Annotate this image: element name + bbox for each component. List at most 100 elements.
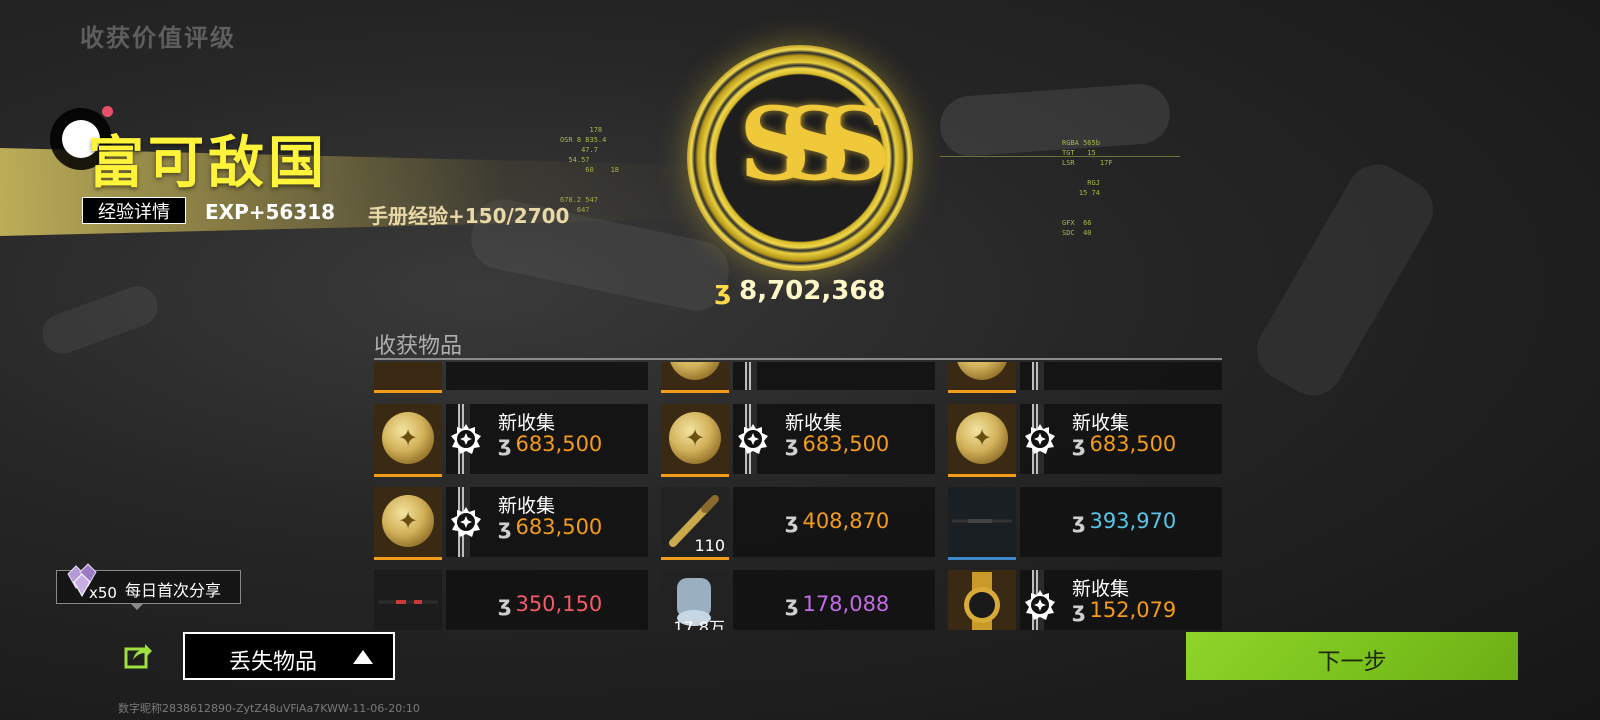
item-cell[interactable]: ✦ bbox=[661, 362, 935, 393]
rarity-stripe bbox=[1032, 362, 1044, 390]
notification-dot-icon bbox=[102, 106, 113, 117]
item-cell[interactable]: ✦ 新收集 ʒ 683,500 bbox=[948, 404, 1222, 477]
item-quantity: 110 bbox=[694, 536, 725, 555]
new-collect-badge-icon bbox=[1025, 590, 1055, 620]
item-info: ʒ 393,970 bbox=[1020, 487, 1222, 557]
item-price: ʒ 683,500 bbox=[498, 432, 602, 456]
item-price-value: 683,500 bbox=[515, 432, 603, 456]
item-cell[interactable]: ʒ 350,150 bbox=[374, 570, 648, 630]
new-collect-tag: 新收集 bbox=[1072, 412, 1130, 434]
item-price-value: 683,500 bbox=[515, 515, 603, 539]
gold-medal-item-icon: ✦ bbox=[374, 404, 442, 477]
medal-icon: ✦ bbox=[669, 362, 721, 380]
background-gear-shape bbox=[938, 82, 1172, 158]
item-price: ʒ 393,970 bbox=[1072, 509, 1176, 533]
items-grid[interactable]: Ж✦✦✦新收集ʒ683,500✦新收集ʒ683,500✦新收集ʒ683,500✦… bbox=[374, 362, 1224, 630]
ammo-item-icon: 110 bbox=[661, 487, 729, 560]
item-price: ʒ 408,870 bbox=[785, 509, 889, 533]
gem-icon bbox=[67, 563, 97, 598]
gold-medal-item-icon: ✦ bbox=[661, 404, 729, 477]
item-info bbox=[446, 362, 648, 390]
new-collect-badge-icon bbox=[738, 424, 768, 454]
item-price: ʒ 152,079 bbox=[1072, 598, 1176, 622]
share-reward-label: 每日首次分享 bbox=[125, 581, 222, 600]
new-collect-badge-icon bbox=[451, 507, 481, 537]
item-price-value: 178,088 bbox=[802, 592, 890, 616]
cash-roll-item-icon: 17.8万 bbox=[661, 570, 729, 630]
section-divider bbox=[374, 358, 1222, 360]
gold-medal-item-icon: ✦ bbox=[948, 362, 1016, 393]
item-price-value: 152,079 bbox=[1089, 598, 1177, 622]
exp-details-button[interactable]: 经验详情 bbox=[82, 197, 186, 224]
background-gear-shape bbox=[1246, 153, 1444, 407]
new-collect-tag: 新收集 bbox=[1072, 578, 1130, 600]
item-price-value: 683,500 bbox=[802, 432, 890, 456]
item-info: 新收集 ʒ 683,500 bbox=[1020, 404, 1222, 474]
hud-decoration-right: RGBA 565b TGT 15 LSR 17F RGJ 15 74 GFX 66 S… bbox=[1062, 139, 1113, 237]
medal-icon: ✦ bbox=[669, 412, 721, 464]
item-cell[interactable]: ✦ 新收集 ʒ 683,500 bbox=[374, 487, 648, 560]
new-collect-badge-icon bbox=[451, 424, 481, 454]
item-info: ʒ 408,870 bbox=[733, 487, 935, 557]
new-collect-tag: 新收集 bbox=[498, 412, 556, 434]
medal-icon: ✦ bbox=[382, 412, 434, 464]
item-info bbox=[733, 362, 935, 390]
next-step-label: 下一步 bbox=[1317, 649, 1387, 675]
new-collect-tag: 新收集 bbox=[785, 412, 843, 434]
red-rifle-item-icon bbox=[374, 570, 442, 630]
gold-medal-item-icon: ✦ bbox=[948, 404, 1016, 477]
tooltip-arrow bbox=[130, 603, 144, 610]
item-cell[interactable]: ✦ 新收集 ʒ 683,500 bbox=[374, 404, 648, 477]
item-price: ʒ 683,500 bbox=[1072, 432, 1176, 456]
item-cell[interactable]: ✦ bbox=[948, 362, 1222, 393]
haf-coin-icon: ʒ bbox=[785, 432, 799, 456]
page-title: 收获价值评级 bbox=[80, 24, 236, 52]
item-info: 新收集 ʒ 683,500 bbox=[733, 404, 935, 474]
lost-items-label: 丢失物品 bbox=[229, 650, 318, 675]
item-cell[interactable]: 新收集 ʒ 152,079 bbox=[948, 570, 1222, 630]
gold-watch-item-icon bbox=[948, 570, 1016, 630]
haf-coin-icon: ʒ bbox=[498, 515, 512, 539]
total-value: ʒ 8,702,368 bbox=[700, 276, 900, 306]
gold-medal-item-icon: ✦ bbox=[661, 362, 729, 393]
item-price: ʒ 683,500 bbox=[785, 432, 889, 456]
item-price: ʒ 683,500 bbox=[498, 515, 602, 539]
item-info: 新收集 ʒ 152,079 bbox=[1020, 570, 1222, 630]
new-collect-tag: 新收集 bbox=[498, 495, 556, 517]
red-flower-item-icon: Ж bbox=[374, 362, 442, 393]
lost-items-button[interactable]: 丢失物品 bbox=[183, 632, 395, 680]
item-cell[interactable]: ✦ 新收集 ʒ 683,500 bbox=[661, 404, 935, 477]
section-title: 收获物品 bbox=[374, 334, 463, 359]
haf-coin-icon: ʒ bbox=[1072, 509, 1086, 533]
item-price-value: 408,870 bbox=[802, 509, 890, 533]
medal-icon: ✦ bbox=[956, 362, 1008, 380]
haf-coin-icon: ʒ bbox=[785, 509, 799, 533]
item-cell[interactable]: 110 ʒ 408,870 bbox=[661, 487, 935, 560]
triangle-up-icon bbox=[353, 650, 373, 664]
haf-coin-icon: ʒ bbox=[785, 592, 799, 616]
footer-id: 数字昵称2838612890-ZytZ48uVFiAa7KWW-11-06-20… bbox=[118, 702, 420, 715]
item-cell[interactable]: ʒ 393,970 bbox=[948, 487, 1222, 560]
manual-exp: 手册经验+150/2700 bbox=[368, 204, 570, 228]
item-price: ʒ 178,088 bbox=[785, 592, 889, 616]
background-gear-shape bbox=[36, 280, 164, 360]
haf-coin-icon: ʒ bbox=[1072, 598, 1086, 622]
share-icon[interactable] bbox=[123, 640, 153, 670]
hud-line bbox=[940, 156, 1180, 157]
item-price-value: 393,970 bbox=[1089, 509, 1177, 533]
haf-coin-icon: ʒ bbox=[714, 276, 732, 306]
rifle-item-icon bbox=[948, 487, 1016, 560]
item-price-value: 683,500 bbox=[1089, 432, 1177, 456]
item-info: 新收集 ʒ 683,500 bbox=[446, 487, 648, 557]
item-cell[interactable]: Ж bbox=[374, 362, 648, 393]
item-cell[interactable]: 17.8万 ʒ 178,088 bbox=[661, 570, 935, 630]
medal-icon: ✦ bbox=[382, 495, 434, 547]
item-info: ʒ 178,088 bbox=[733, 570, 935, 630]
haf-coin-icon: ʒ bbox=[1072, 432, 1086, 456]
next-step-button[interactable]: 下一步 bbox=[1186, 632, 1518, 680]
item-price-value: 350,150 bbox=[515, 592, 603, 616]
gold-medal-item-icon: ✦ bbox=[374, 487, 442, 560]
haf-coin-icon: ʒ bbox=[498, 432, 512, 456]
rarity-stripe bbox=[745, 362, 757, 390]
rank-title: 富可敌国 bbox=[88, 131, 328, 196]
